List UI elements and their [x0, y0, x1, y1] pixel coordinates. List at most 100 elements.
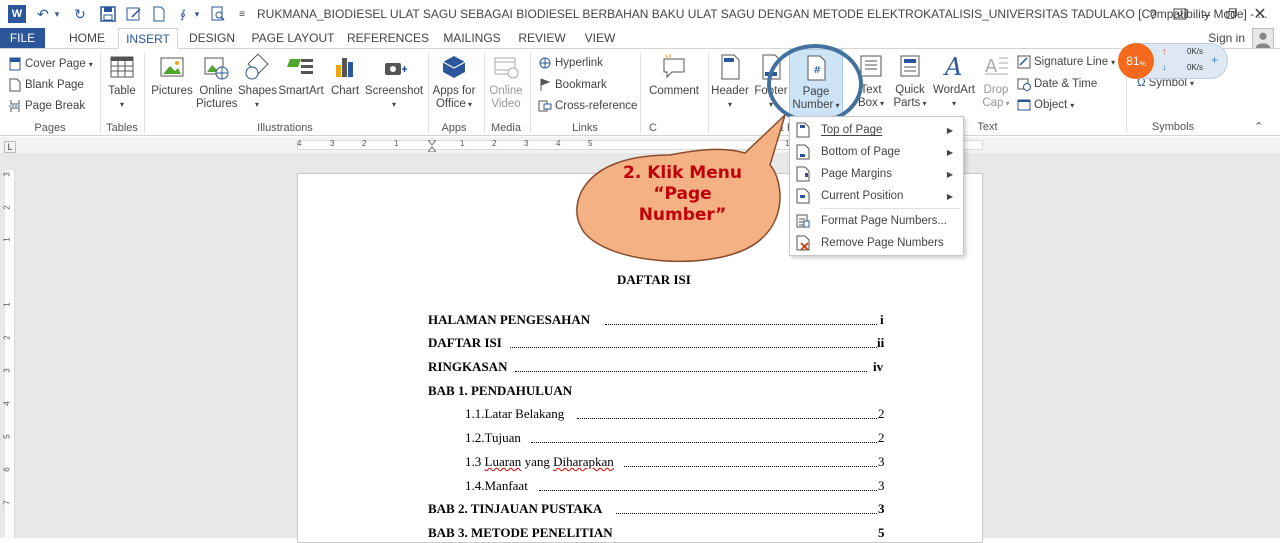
table-icon — [108, 53, 136, 81]
pictures-button[interactable]: Pictures — [150, 53, 194, 98]
redo-icon[interactable]: ↻ — [72, 5, 88, 23]
bookmark-button[interactable]: Bookmark — [538, 78, 607, 92]
tab-review[interactable]: REVIEW — [516, 28, 568, 48]
upload-arrow-icon: ↑ — [1162, 46, 1167, 56]
callout-text: 2. Klik Menu “Page Number” — [623, 163, 742, 225]
hyperlink-icon — [538, 56, 552, 70]
cross-reference-button[interactable]: Cross-reference — [538, 99, 637, 113]
tab-insert[interactable]: INSERT — [118, 28, 178, 49]
toc-entry: BAB 2. TINJAUAN PUSTAKA — [428, 501, 603, 516]
object-button[interactable]: Object ▾ — [1017, 98, 1074, 112]
collapse-ribbon-icon[interactable]: ⌃ — [1254, 120, 1263, 133]
submenu-arrow-icon: ▶ — [946, 125, 953, 135]
restore-icon[interactable] — [1222, 4, 1242, 24]
group-separator — [484, 53, 485, 133]
table-button[interactable]: Table ▾ — [104, 53, 140, 111]
bottom-of-page-icon — [796, 144, 810, 160]
date-time-icon — [1017, 77, 1031, 91]
signature-line-button[interactable]: Signature Line ▾ — [1017, 55, 1115, 69]
chart-button[interactable]: Chart — [327, 53, 363, 98]
new-document-icon[interactable] — [152, 5, 166, 23]
group-separator — [640, 53, 641, 133]
indent-marker-icon[interactable] — [426, 139, 438, 153]
group-label-tables: Tables — [106, 122, 138, 134]
smartart-button[interactable]: SmartArt — [277, 53, 325, 98]
customize-qat-icon[interactable]: ≡ — [236, 5, 248, 23]
toc-page-number: 3 — [878, 454, 885, 469]
smartart-icon — [287, 53, 315, 81]
date-time-button[interactable]: Date & Time — [1017, 77, 1097, 91]
tab-page-layout[interactable]: PAGE LAYOUT — [250, 28, 336, 48]
online-pictures-icon — [202, 53, 230, 81]
bookmark-icon — [538, 78, 552, 92]
drop-cap-icon: A — [982, 52, 1010, 80]
page-margins-icon — [796, 166, 810, 182]
apps-for-office-button[interactable]: Apps for Office ▾ — [430, 53, 478, 111]
qat-dropdown-icon[interactable]: ▾ — [192, 5, 202, 23]
menu-item-top-of-page[interactable]: Top of Page ▶ — [790, 119, 963, 141]
chart-icon — [331, 53, 359, 81]
toc-entry: 1.1.Latar Belakang — [465, 406, 565, 421]
toc-entry: BAB 3. METODE PENELITIAN — [428, 525, 613, 540]
tab-file[interactable]: FILE — [0, 28, 45, 48]
toc-leader — [531, 434, 877, 443]
group-separator — [708, 53, 709, 133]
word-app-icon[interactable]: W — [8, 5, 26, 23]
toc-page-number: i — [880, 312, 884, 327]
minimize-icon[interactable]: – — [1196, 4, 1216, 24]
drop-cap-button[interactable]: A Drop Cap ▾ — [979, 52, 1013, 110]
group-separator — [530, 53, 531, 133]
blank-page-button[interactable]: Blank Page — [8, 78, 84, 92]
shapes-button[interactable]: Shapes ▾ — [238, 53, 277, 111]
undo-dropdown-icon[interactable]: ▾ — [52, 5, 62, 23]
edit-icon[interactable] — [126, 5, 142, 23]
print-preview-icon[interactable] — [210, 5, 226, 23]
wordart-icon: A — [940, 52, 968, 80]
menu-item-page-margins[interactable]: Page Margins ▶ — [790, 163, 963, 185]
tab-selector[interactable]: L — [4, 141, 16, 153]
group-label-comments: C — [649, 122, 657, 134]
signature-line-icon — [1017, 55, 1031, 69]
wordart-button[interactable]: A WordArt ▾ — [931, 52, 977, 110]
toc-entry: RINGKASAN — [428, 359, 508, 374]
online-pictures-button[interactable]: Online Pictures — [196, 53, 238, 111]
tab-home[interactable]: HOME — [63, 28, 111, 48]
header-button[interactable]: Header ▾ — [710, 53, 750, 111]
quick-parts-button[interactable]: Quick Parts ▾ — [891, 52, 929, 110]
save-icon[interactable] — [100, 5, 116, 23]
page-break-button[interactable]: Page Break — [8, 99, 85, 113]
group-separator — [428, 53, 429, 133]
undo-icon[interactable]: ↶ — [36, 5, 50, 23]
toc-entry: DAFTAR ISI — [428, 335, 502, 350]
online-video-button[interactable]: Online Video — [486, 53, 526, 111]
title-bar: W ↶ ▾ ↻ ∮ ▾ ≡ RUKMANA_BIODIESEL ULAT SAG… — [0, 0, 1280, 28]
cover-page-button[interactable]: Cover Page ▾ — [8, 57, 93, 71]
menu-item-remove-page-numbers[interactable]: Remove Page Numbers — [790, 232, 963, 254]
header-icon — [716, 53, 744, 81]
vertical-ruler[interactable]: 3 2 1 1 2 3 4 5 6 7 — [3, 170, 15, 538]
menu-item-bottom-of-page[interactable]: Bottom of Page ▶ — [790, 141, 963, 163]
hyperlink-button[interactable]: Hyperlink — [538, 56, 603, 70]
format-icon[interactable]: ∮ — [176, 5, 190, 23]
toc-page-number: 2 — [878, 406, 885, 421]
quick-parts-icon — [896, 52, 924, 80]
comment-button[interactable]: Comment — [644, 53, 704, 98]
tab-mailings[interactable]: MAILINGS — [438, 28, 506, 48]
tab-view[interactable]: VIEW — [580, 28, 620, 48]
menu-item-current-position[interactable]: Current Position ▶ — [790, 185, 963, 207]
expand-icon[interactable]: + — [1211, 53, 1218, 67]
help-button[interactable]: ? — [1143, 4, 1163, 24]
document-title: RUKMANA_BIODIESEL ULAT SAGU SEBAGAI BIOD… — [257, 7, 1268, 21]
close-icon[interactable]: ✕ — [1250, 4, 1270, 24]
screenshot-button[interactable]: Screenshot ▾ — [364, 53, 424, 111]
blank-page-icon — [8, 78, 22, 92]
comment-icon — [660, 53, 688, 81]
group-separator — [144, 53, 145, 133]
screenshot-icon — [380, 53, 408, 81]
avatar[interactable] — [1252, 28, 1274, 50]
tab-design[interactable]: DESIGN — [186, 28, 238, 48]
ribbon-display-options-icon[interactable] — [1170, 4, 1190, 24]
tab-references[interactable]: REFERENCES — [347, 28, 429, 48]
menu-item-format-page-numbers[interactable]: Format Page Numbers... — [790, 210, 963, 232]
submenu-arrow-icon: ▶ — [946, 147, 953, 157]
